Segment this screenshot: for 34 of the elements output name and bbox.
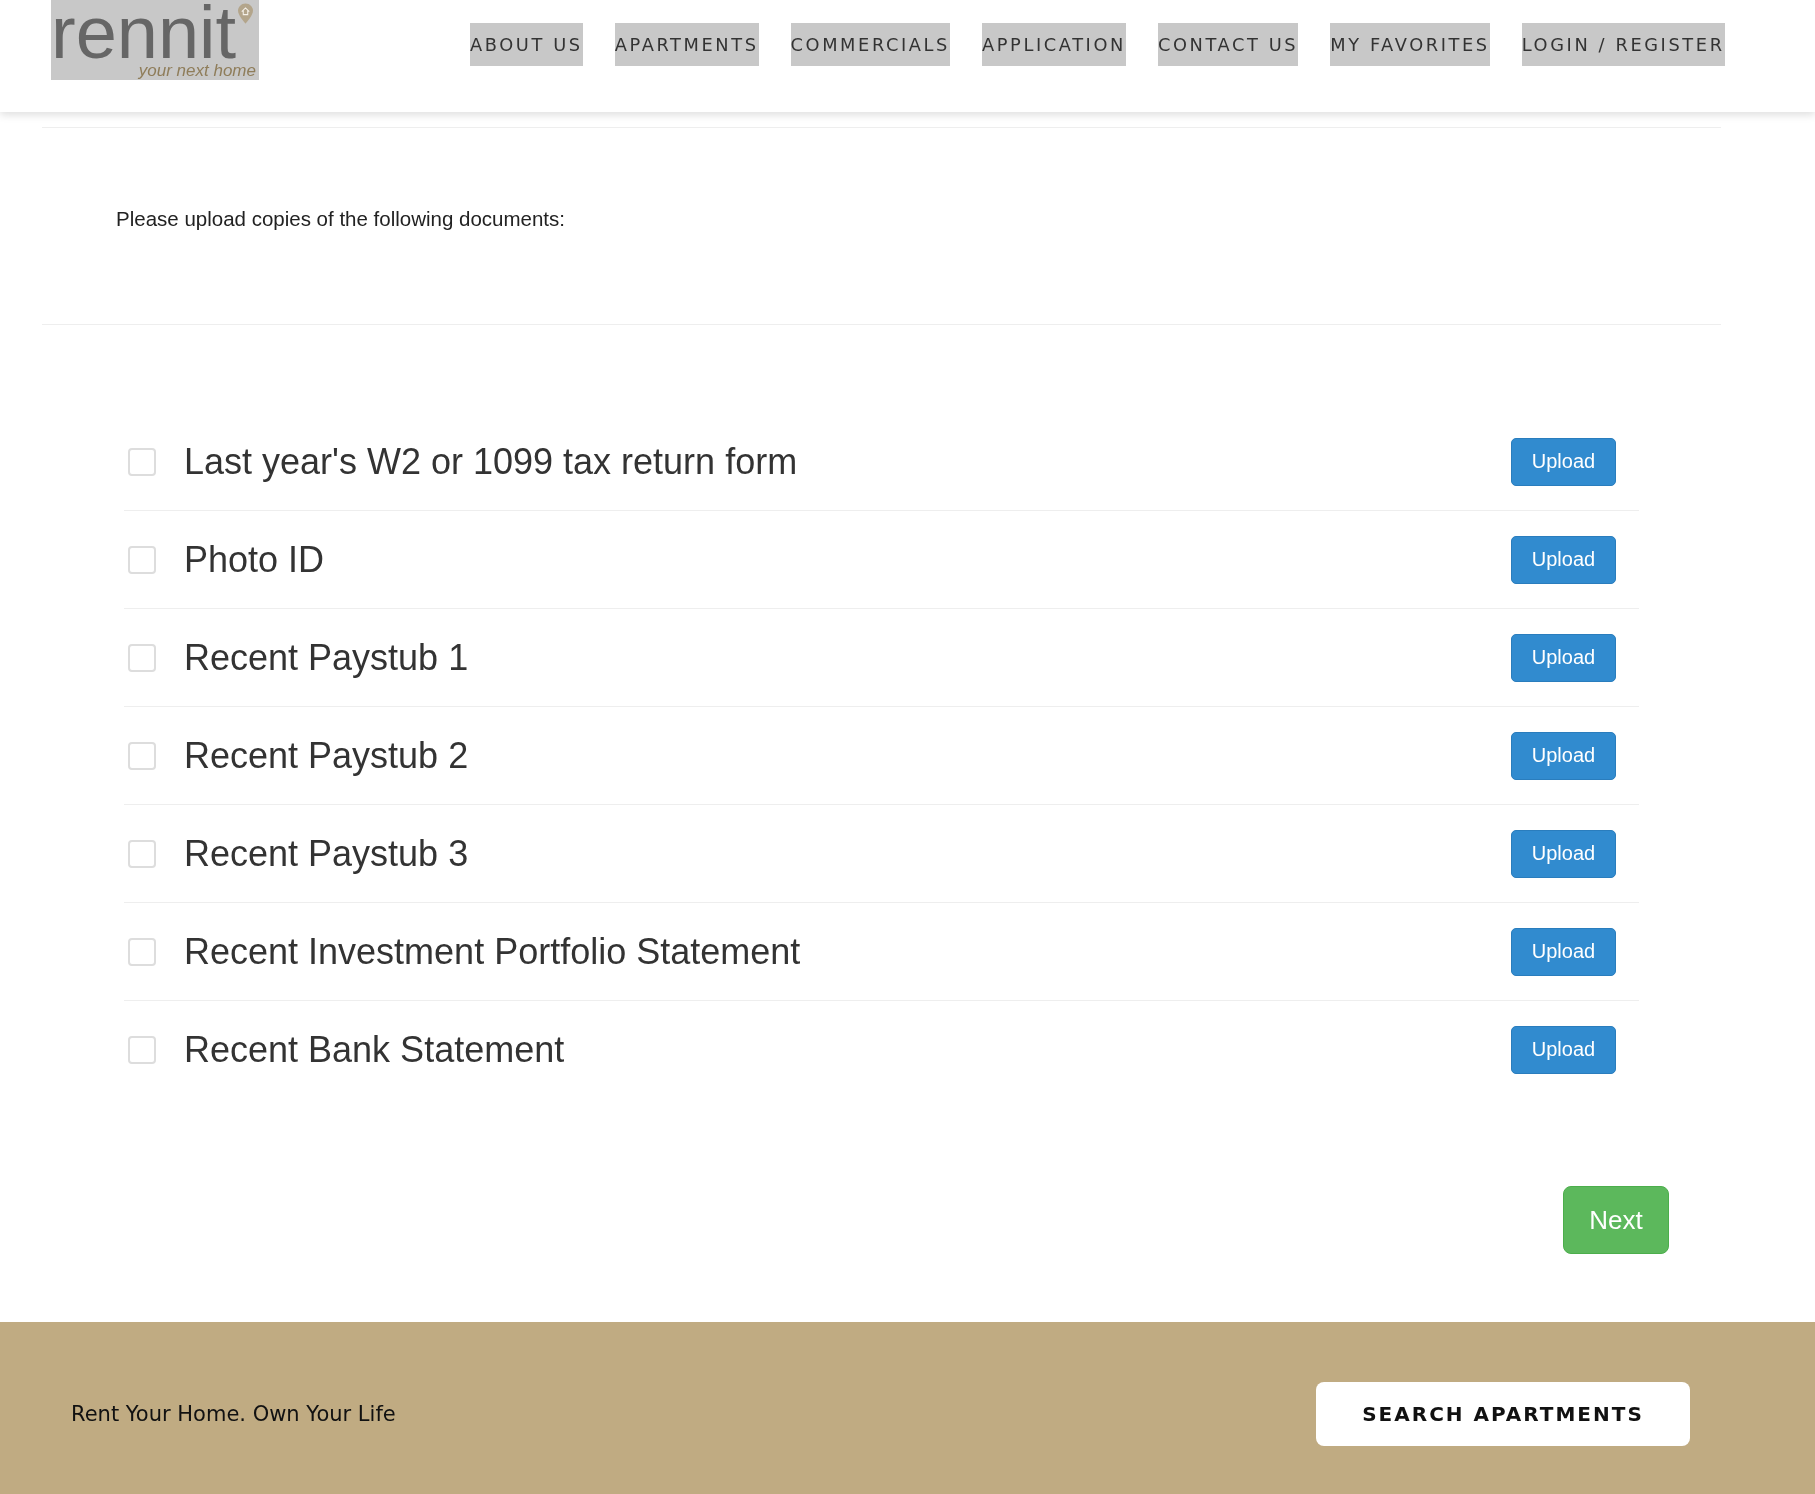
document-label: Recent Paystub 3 (184, 832, 469, 875)
checkbox[interactable] (128, 1035, 156, 1064)
checkbox[interactable] (128, 839, 156, 868)
nav-link[interactable]: APARTMENTS (614, 23, 759, 66)
upload-button[interactable]: Upload (1511, 927, 1616, 976)
nav-link[interactable]: ABOUT US (470, 23, 583, 66)
document-label: Recent Investment Portfolio Statement (184, 930, 801, 973)
document-label: Recent Bank Statement (184, 1028, 565, 1071)
document-label: Recent Paystub 1 (184, 636, 469, 679)
checkbox[interactable] (128, 741, 156, 770)
upload-button[interactable]: Upload (1511, 731, 1616, 780)
map-pin-icon (238, 3, 254, 24)
nav-link[interactable]: COMMERCIALS (790, 23, 950, 66)
checkbox[interactable] (128, 643, 156, 672)
instructions-text: Please upload copies of the following documents: (116, 207, 565, 231)
upload-button[interactable]: Upload (1511, 829, 1616, 878)
checkbox[interactable] (128, 447, 156, 476)
checkbox[interactable] (128, 937, 156, 966)
document-label: Photo ID (184, 538, 325, 581)
footer-slogan: Rent Your Home. Own Your Life (71, 1402, 396, 1426)
logo-wordmark: rennit (51, 3, 237, 62)
nav-link[interactable]: MY FAVORITES (1330, 23, 1490, 66)
upload-button[interactable]: Upload (1511, 633, 1616, 682)
document-label: Recent Paystub 2 (184, 734, 469, 777)
nav-link[interactable]: LOGIN / REGISTER (1521, 23, 1725, 66)
nav-link[interactable]: APPLICATION (982, 23, 1126, 66)
checkbox[interactable] (128, 545, 156, 574)
upload-button[interactable]: Upload (1511, 1025, 1616, 1074)
document-label: Last year's W2 or 1099 tax return form (184, 440, 798, 483)
search-apartments-button[interactable]: SEARCH APARTMENTS (1316, 1382, 1690, 1446)
upload-button[interactable]: Upload (1511, 437, 1616, 486)
logo-tagline: your next home (138, 62, 256, 80)
nav-link[interactable]: CONTACT US (1157, 23, 1299, 66)
upload-button[interactable]: Upload (1511, 535, 1616, 584)
